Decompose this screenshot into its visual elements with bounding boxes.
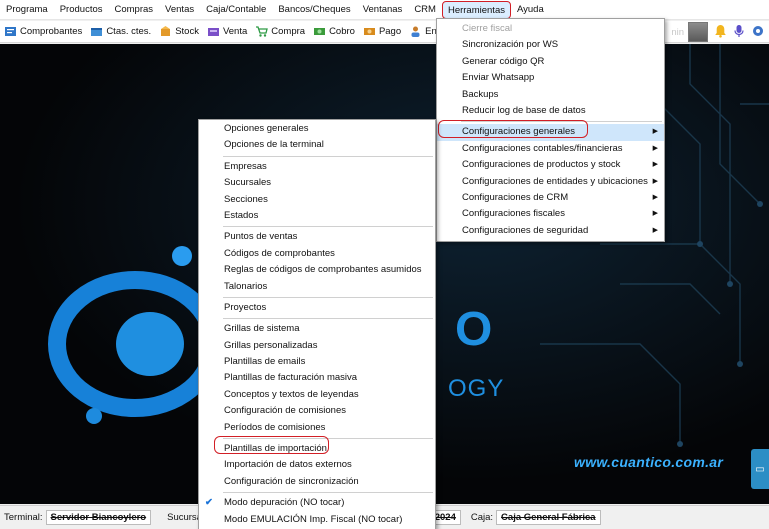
menu-item-sucursales[interactable]: Sucursales [199,175,435,191]
menu-ventanas[interactable]: Ventanas [357,1,409,19]
menu-item-config-sincronizacion[interactable]: Configuración de sincronización [199,474,435,490]
accounts-icon [90,25,103,38]
sale-icon [207,25,220,38]
settings-icon[interactable] [751,24,765,41]
menu-item-generar-qr[interactable]: Generar código QR [437,54,664,70]
menu-item-enviar-whatsapp[interactable]: Enviar Whatsapp [437,70,664,86]
menu-caja-contable[interactable]: Caja/Contable [200,1,272,19]
menu-item-config-generales[interactable]: Configuraciones generales ▶ [437,124,664,141]
faded-user-text: nin [671,26,684,38]
menu-bancos-cheques[interactable]: Bancos/Cheques [272,1,356,19]
menu-item-config-comisiones[interactable]: Configuración de comisiones [199,403,435,419]
terminal-value: Servidor Biancoylero [45,510,152,525]
payment-icon [363,25,376,38]
side-panel-tab[interactable]: ▭ [751,449,769,489]
avatar[interactable] [688,22,708,42]
menu-item-reducir-log[interactable]: Reducir log de base de datos [437,103,664,119]
entity-icon [409,25,422,38]
toolbar-ctas-ctes-button[interactable]: Ctas. ctes. [90,25,151,38]
menu-item-modo-emulacion[interactable]: Modo EMULACIÓN Imp. Fiscal (NO tocar) [199,512,435,528]
chevron-right-icon: ▶ [652,128,658,136]
menubar: Programa Productos Compras Ventas Caja/C… [0,0,769,20]
menu-item-proyectos[interactable]: Proyectos [199,300,435,316]
menu-item-conceptos-leyendas[interactable]: Conceptos y textos de leyendas [199,387,435,403]
checkmark-icon: ✔ [205,497,213,509]
box-icon [159,25,172,38]
chevron-right-icon: ▶ [652,193,658,201]
menu-item-estados[interactable]: Estados [199,208,435,224]
menu-item-config-crm[interactable]: Configuraciones de CRM ▶ [437,190,664,206]
menu-item-config-productos[interactable]: Configuraciones de productos y stock ▶ [437,157,664,173]
chevron-right-icon: ▶ [652,226,658,234]
chevron-right-icon: ▶ [652,161,658,169]
menu-item-grillas-personalizadas[interactable]: Grillas personalizadas [199,338,435,354]
menu-item-opciones-generales[interactable]: Opciones generales [199,121,435,137]
menu-programa[interactable]: Programa [0,1,54,19]
menu-item-config-contables[interactable]: Configuraciones contables/financieras ▶ [437,141,664,157]
caja-label: Caja: [470,512,494,523]
caja-value: Caja General Fábrica [496,510,601,525]
toolbar-venta-button[interactable]: Venta [207,25,247,38]
tools-menu: Cierre fiscal Sincronización por WS Gene… [436,18,665,243]
website-link[interactable]: www.cuantico.com.ar [574,454,723,470]
toolbar-compra-button[interactable]: Compra [255,25,305,38]
bell-icon[interactable] [714,24,727,41]
menu-ventas[interactable]: Ventas [159,1,200,19]
menu-crm[interactable]: CRM [408,1,442,19]
splash-tagline-text: OGY [448,375,505,402]
config-generales-menu: Opciones generales Opciones de la termin… [198,119,436,529]
menu-separator [461,121,662,123]
menu-item-reglas-codigos[interactable]: Reglas de códigos de comprobantes asumid… [199,262,435,278]
menu-item-periodos-comisiones[interactable]: Períodos de comisiones [199,420,435,436]
menu-item-codigos-comprobantes[interactable]: Códigos de comprobantes [199,246,435,262]
chat-icon: ▭ [755,463,765,475]
menu-item-plantillas-facturacion[interactable]: Plantillas de facturación masiva [199,370,435,386]
menu-item-modo-depuracion[interactable]: ✔ Modo depuración (NO tocar) [199,495,435,511]
menu-item-secciones[interactable]: Secciones [199,192,435,208]
splash-brand-text: O [455,303,493,356]
menu-item-puntos-ventas[interactable]: Puntos de ventas [199,229,435,245]
menu-item-config-entidades[interactable]: Configuraciones de entidades y ubicacion… [437,174,664,190]
menu-item-cierre-fiscal[interactable]: Cierre fiscal [437,21,664,37]
menu-ayuda[interactable]: Ayuda [511,1,550,19]
menu-item-plantillas-emails[interactable]: Plantillas de emails [199,354,435,370]
menu-item-plantillas-importacion[interactable]: Plantillas de importación [199,441,435,457]
receipt-icon [4,25,17,38]
menu-item-empresas[interactable]: Empresas [199,159,435,175]
menu-compras[interactable]: Compras [109,1,160,19]
menu-productos[interactable]: Productos [54,1,109,19]
chevron-right-icon: ▶ [652,144,658,152]
terminal-label: Terminal: [4,512,43,523]
menu-separator [223,492,433,494]
menu-item-backups[interactable]: Backups [437,87,664,103]
toolbar-cobro-button[interactable]: Cobro [313,25,355,38]
menu-item-grillas-sistema[interactable]: Grillas de sistema [199,321,435,337]
microphone-icon[interactable] [733,24,745,41]
menu-item-opciones-terminal[interactable]: Opciones de la terminal [199,137,435,153]
toolbar-pago-button[interactable]: Pago [363,25,401,38]
toolbar-comprobantes-button[interactable]: Comprobantes [4,25,82,38]
menu-separator [223,226,433,228]
toolbar-right-area: nin [671,21,765,43]
menu-item-talonarios[interactable]: Talonarios [199,279,435,295]
chevron-right-icon: ▶ [652,210,658,218]
menu-item-sincronizacion-ws[interactable]: Sincronización por WS [437,37,664,53]
menu-separator [223,318,433,320]
toolbar-stock-button[interactable]: Stock [159,25,199,38]
cart-icon [255,25,269,38]
menu-separator [223,438,433,440]
menu-herramientas[interactable]: Herramientas [441,0,511,19]
menu-separator [223,155,433,157]
chevron-right-icon: ▶ [652,177,658,185]
menu-item-config-fiscales[interactable]: Configuraciones fiscales ▶ [437,206,664,222]
menu-item-config-seguridad[interactable]: Configuraciones de seguridad ▶ [437,223,664,239]
menu-separator [223,296,433,298]
money-icon [313,25,326,38]
menu-item-importacion-datos[interactable]: Importación de datos externos [199,457,435,473]
